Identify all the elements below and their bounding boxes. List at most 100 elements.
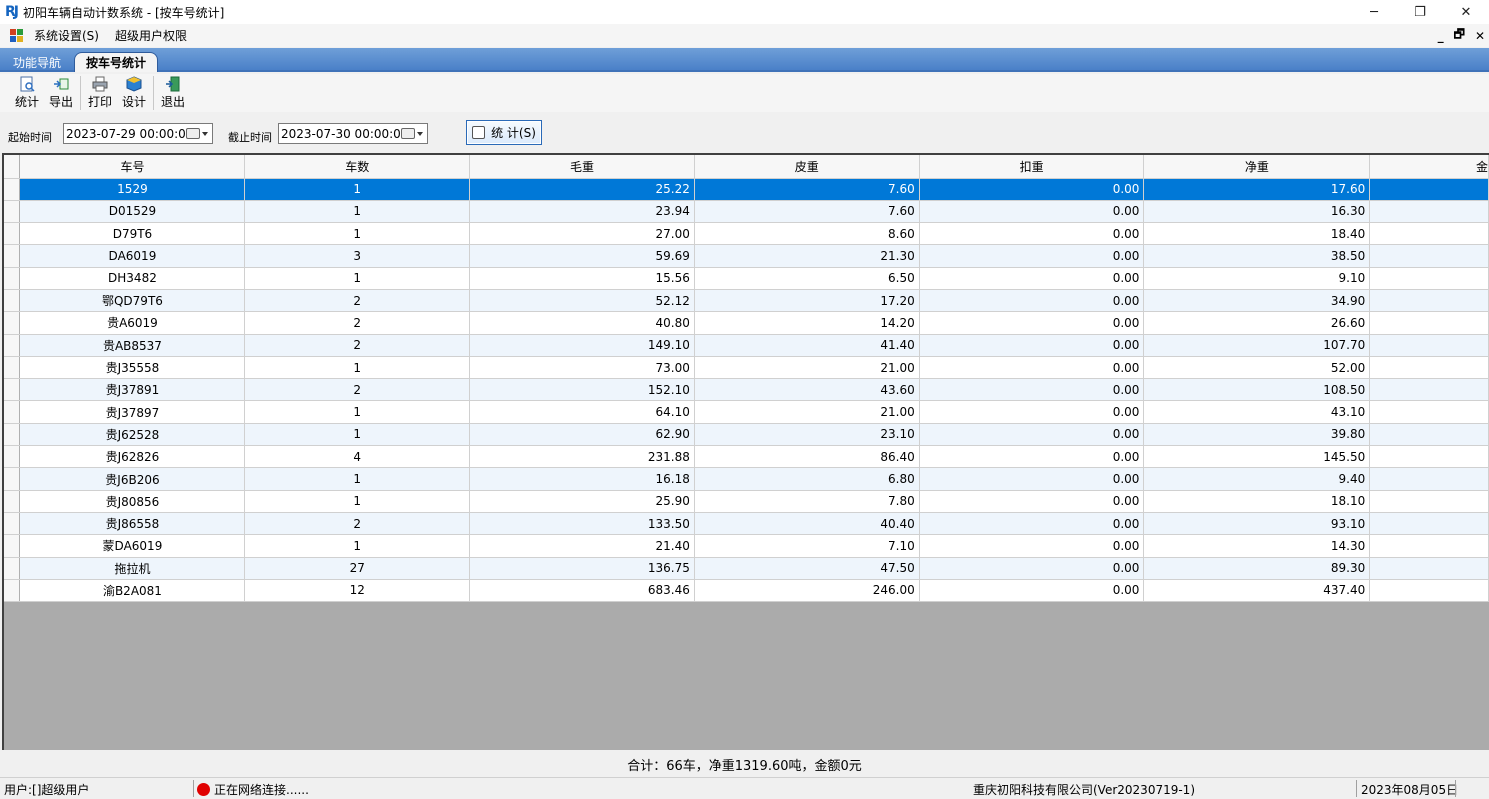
cell-tare[interactable]: 86.40 — [694, 445, 920, 469]
cell-plate[interactable]: 贵J37897 — [19, 400, 246, 424]
cell-plate[interactable]: 鄂QD79T6 — [19, 289, 246, 313]
row-header[interactable] — [4, 400, 21, 424]
cell-count[interactable]: 1 — [244, 467, 471, 491]
cell-count[interactable]: 1 — [244, 200, 471, 224]
row-header[interactable] — [4, 244, 21, 268]
stat-toolbar-button[interactable]: 统计 — [10, 76, 44, 110]
cell-deduct[interactable]: 0.00 — [919, 557, 1145, 580]
table-row[interactable]: 贵AB8537 2 149.10 41.40 0.00 107.70 — [4, 334, 1489, 357]
cell-net[interactable]: 108.50 — [1143, 378, 1371, 402]
cell-plate[interactable]: 贵J86558 — [19, 512, 246, 536]
col-header-net[interactable]: 净重 — [1143, 155, 1371, 179]
cell-gross[interactable]: 152.10 — [469, 378, 695, 402]
cell-deduct[interactable]: 0.00 — [919, 267, 1145, 290]
cell-deduct[interactable]: 0.00 — [919, 378, 1145, 402]
cell-plate[interactable]: D79T6 — [19, 222, 246, 246]
cell-deduct[interactable]: 0.00 — [919, 445, 1145, 469]
exit-toolbar-button[interactable]: 退出 — [156, 76, 190, 110]
cell-plate[interactable]: 贵AB8537 — [19, 334, 246, 357]
cell-plate[interactable]: 贵J35558 — [19, 356, 246, 380]
cell-net[interactable]: 38.50 — [1143, 244, 1371, 268]
cell-gross[interactable]: 21.40 — [469, 534, 695, 558]
cell-tare[interactable]: 7.10 — [694, 534, 920, 558]
cell-deduct[interactable]: 0.00 — [919, 400, 1145, 424]
table-row[interactable]: 贵A6019 2 40.80 14.20 0.00 26.60 — [4, 311, 1489, 335]
cell-gross[interactable]: 133.50 — [469, 512, 695, 536]
cell-gross[interactable]: 64.10 — [469, 400, 695, 424]
calendar-icon[interactable] — [401, 128, 423, 139]
calendar-icon[interactable] — [186, 128, 208, 139]
cell-count[interactable]: 2 — [244, 378, 471, 402]
row-header[interactable] — [4, 356, 21, 380]
cell-tare[interactable]: 7.60 — [694, 178, 920, 201]
cell-tare[interactable]: 47.50 — [694, 557, 920, 580]
cell-tare[interactable]: 6.80 — [694, 467, 920, 491]
export-toolbar-button[interactable]: 导出 — [44, 76, 78, 110]
cell-plate[interactable]: 贵J62826 — [19, 445, 246, 469]
cell-tare[interactable]: 14.20 — [694, 311, 920, 335]
cell-deduct[interactable]: 0.00 — [919, 579, 1145, 603]
mdi-close-button[interactable]: ✕ — [1475, 29, 1485, 43]
cell-amount[interactable] — [1369, 267, 1489, 290]
cell-plate[interactable]: 拖拉机 — [19, 557, 246, 580]
cell-deduct[interactable]: 0.00 — [919, 244, 1145, 268]
table-row[interactable]: DH3482 1 15.56 6.50 0.00 9.10 — [4, 267, 1489, 290]
cell-count[interactable]: 1 — [244, 490, 471, 513]
cell-count[interactable]: 1 — [244, 534, 471, 558]
cell-gross[interactable]: 25.22 — [469, 178, 695, 201]
cell-net[interactable]: 16.30 — [1143, 200, 1371, 224]
close-button[interactable]: ✕ — [1443, 0, 1489, 24]
cell-net[interactable]: 9.10 — [1143, 267, 1371, 290]
app-menu-icon[interactable] — [10, 28, 24, 43]
row-header[interactable] — [4, 445, 21, 469]
cell-amount[interactable] — [1369, 557, 1489, 580]
cell-deduct[interactable]: 0.00 — [919, 178, 1145, 201]
cell-tare[interactable]: 41.40 — [694, 334, 920, 357]
table-row[interactable]: 贵J37891 2 152.10 43.60 0.00 108.50 — [4, 378, 1489, 402]
table-row[interactable]: DA6019 3 59.69 21.30 0.00 38.50 — [4, 244, 1489, 268]
cell-gross[interactable]: 683.46 — [469, 579, 695, 603]
cell-tare[interactable]: 6.50 — [694, 267, 920, 290]
cell-net[interactable]: 93.10 — [1143, 512, 1371, 536]
start-time-picker[interactable]: 2023-07-29 00:00:00 — [63, 123, 213, 144]
col-header-count[interactable]: 车数 — [244, 155, 471, 179]
cell-tare[interactable]: 17.20 — [694, 289, 920, 313]
tab-by-plate-stats[interactable]: 按车号统计 — [74, 52, 158, 72]
menu-system-settings[interactable]: 系统设置(S) — [34, 27, 99, 44]
cell-amount[interactable] — [1369, 534, 1489, 558]
cell-amount[interactable] — [1369, 378, 1489, 402]
cell-amount[interactable] — [1369, 490, 1489, 513]
cell-amount[interactable] — [1369, 400, 1489, 424]
cell-tare[interactable]: 7.80 — [694, 490, 920, 513]
col-header-tare[interactable]: 皮重 — [694, 155, 920, 179]
cell-count[interactable]: 1 — [244, 267, 471, 290]
row-header[interactable] — [4, 534, 21, 558]
cell-plate[interactable]: 贵J37891 — [19, 378, 246, 402]
cell-deduct[interactable]: 0.00 — [919, 512, 1145, 536]
cell-plate[interactable]: 渝B2A081 — [19, 579, 246, 603]
cell-count[interactable]: 2 — [244, 311, 471, 335]
cell-net[interactable]: 17.60 — [1143, 178, 1371, 201]
cell-tare[interactable]: 40.40 — [694, 512, 920, 536]
cell-deduct[interactable]: 0.00 — [919, 289, 1145, 313]
cell-net[interactable]: 437.40 — [1143, 579, 1371, 603]
cell-amount[interactable] — [1369, 222, 1489, 246]
cell-gross[interactable]: 136.75 — [469, 557, 695, 580]
cell-count[interactable]: 2 — [244, 289, 471, 313]
table-row[interactable]: 贵J86558 2 133.50 40.40 0.00 93.10 — [4, 512, 1489, 536]
cell-count[interactable]: 1 — [244, 222, 471, 246]
cell-tare[interactable]: 23.10 — [694, 423, 920, 447]
cell-net[interactable]: 18.10 — [1143, 490, 1371, 513]
row-header[interactable] — [4, 334, 21, 357]
table-row[interactable]: 贵J37897 1 64.10 21.00 0.00 43.10 — [4, 400, 1489, 424]
cell-deduct[interactable]: 0.00 — [919, 334, 1145, 357]
col-header-amount[interactable]: 金 — [1369, 155, 1489, 179]
table-row[interactable]: D79T6 1 27.00 8.60 0.00 18.40 — [4, 222, 1489, 246]
table-row[interactable]: 蒙DA6019 1 21.40 7.10 0.00 14.30 — [4, 534, 1489, 558]
cell-tare[interactable]: 8.60 — [694, 222, 920, 246]
cell-plate[interactable]: 贵A6019 — [19, 311, 246, 335]
cell-tare[interactable]: 246.00 — [694, 579, 920, 603]
cell-deduct[interactable]: 0.00 — [919, 356, 1145, 380]
tab-function-nav[interactable]: 功能导航 — [6, 52, 68, 72]
row-header[interactable] — [4, 311, 21, 335]
